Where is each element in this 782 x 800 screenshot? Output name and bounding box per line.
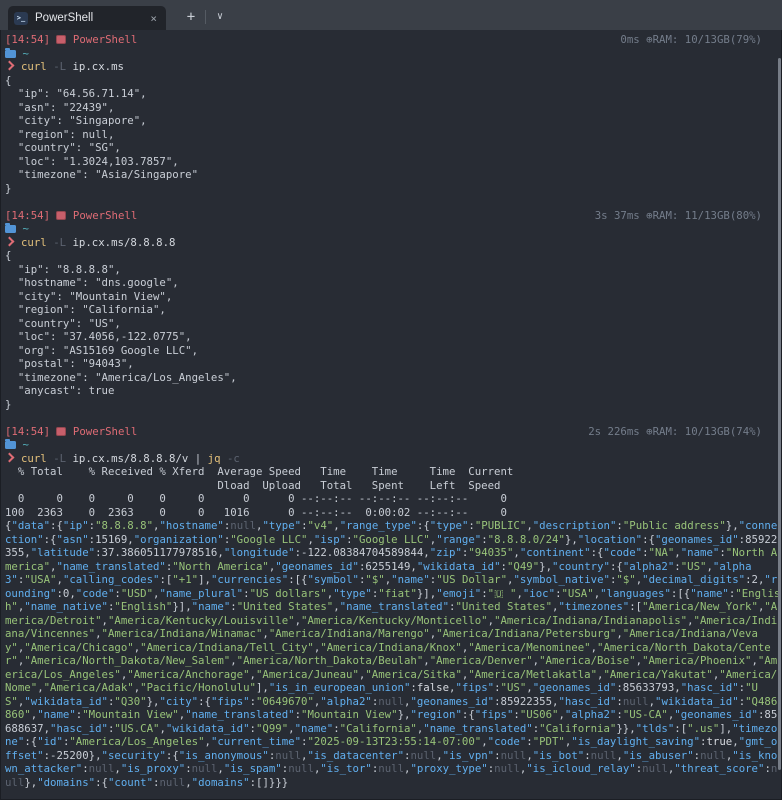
prompt-shell-name: PowerShell	[73, 209, 137, 222]
pipe-operator: |	[195, 452, 201, 465]
current-dir: ~	[22, 438, 28, 451]
folder-icon	[5, 225, 16, 233]
status-right: 3s 37ms ⊕RAM: 11/13GB(80%)	[595, 209, 762, 223]
folder-icon	[5, 50, 16, 58]
ram-usage: RAM: 10/13GB(74%)	[653, 425, 762, 438]
command-program-2: jq	[208, 452, 221, 465]
duration: 3s 37ms	[595, 209, 640, 222]
status-right: 2s 226ms ⊕RAM: 10/13GB(74%)	[588, 425, 762, 439]
command-output: { "ip": "8.8.8.8", "hostname": "dns.goog…	[5, 249, 782, 411]
prompt-header: [14:54] PowerShell 2s 226ms ⊕RAM: 10/13GB…	[5, 425, 782, 439]
curl-progress-table: % Total % Received % Xferd Average Speed…	[5, 465, 782, 519]
command-line: curl -L ip.cx.ms	[5, 60, 782, 74]
blank-line	[5, 195, 782, 209]
command-arg: ip.cx.ms/8.8.8.8	[73, 236, 176, 249]
duration: 2s 226ms	[588, 425, 639, 438]
command-program: curl	[21, 452, 47, 465]
prompt-header: [14:54] PowerShell 0ms ⊕RAM: 10/13GB(79%)	[5, 33, 782, 47]
command-output: { "ip": "64.56.71.14", "asn": "22439", "…	[5, 74, 782, 196]
powershell-badge-icon	[56, 427, 66, 436]
command-program: curl	[21, 236, 47, 249]
command-flag-2: -c	[227, 452, 240, 465]
prompt-chevron-icon	[5, 452, 15, 462]
terminal-content[interactable]: [14:54] PowerShell 0ms ⊕RAM: 10/13GB(79%)…	[0, 30, 782, 800]
close-tab-icon[interactable]: ×	[147, 11, 160, 26]
tabbar-divider	[205, 10, 206, 24]
tab-bar: >_ PowerShell × + ∨	[0, 0, 782, 30]
prompt-header: [14:54] PowerShell 3s 37ms ⊕RAM: 11/13GB(…	[5, 209, 782, 223]
powershell-tab-icon: >_	[14, 12, 28, 25]
status-right: 0ms ⊕RAM: 10/13GB(79%)	[620, 33, 762, 47]
prompt-dir: ~	[5, 47, 782, 61]
ram-usage: RAM: 10/13GB(79%)	[653, 33, 762, 46]
duration: 0ms	[620, 33, 639, 46]
prompt-shell-name: PowerShell	[73, 425, 137, 438]
command-line: curl -L ip.cx.ms/8.8.8.8	[5, 236, 782, 250]
terminal-window: >_ PowerShell × + ∨ [14:54] PowerShell 0m…	[0, 0, 782, 800]
current-dir: ~	[22, 222, 28, 235]
prompt-chevron-icon	[5, 236, 15, 246]
scrollbar-thumb[interactable]	[778, 58, 781, 770]
blank-line	[5, 411, 782, 425]
folder-icon	[5, 441, 16, 449]
command-block-1: [14:54] PowerShell 0ms ⊕RAM: 10/13GB(79%)…	[5, 33, 782, 209]
ram-usage: RAM: 11/13GB(80%)	[653, 209, 762, 222]
command-flag: -L	[53, 452, 66, 465]
prompt-chevron-icon	[5, 61, 15, 71]
tab-title: PowerShell	[35, 12, 147, 24]
command-arg: ip.cx.ms/8.8.8.8/v	[73, 452, 189, 465]
powershell-badge-icon	[56, 35, 66, 44]
new-tab-button[interactable]: +	[180, 6, 202, 28]
command-arg: ip.cx.ms	[73, 60, 124, 73]
command-block-3: [14:54] PowerShell 2s 226ms ⊕RAM: 10/13GB…	[5, 425, 782, 790]
prompt-time: [14:54]	[5, 209, 50, 222]
prompt-shell-name: PowerShell	[73, 33, 137, 46]
current-dir: ~	[22, 47, 28, 60]
command-block-2: [14:54] PowerShell 3s 37ms ⊕RAM: 11/13GB(…	[5, 209, 782, 425]
prompt-dir: ~	[5, 222, 782, 236]
prompt-time: [14:54]	[5, 425, 50, 438]
command-program: curl	[21, 60, 47, 73]
tab-dropdown-button[interactable]: ∨	[210, 7, 230, 27]
command-flag: -L	[53, 236, 66, 249]
command-flag: -L	[53, 60, 66, 73]
prompt-time: [14:54]	[5, 33, 50, 46]
command-line: curl -L ip.cx.ms/8.8.8.8/v | jq -c	[5, 452, 782, 466]
scrollbar[interactable]	[776, 30, 782, 800]
powershell-badge-icon	[56, 211, 66, 220]
tab-powershell[interactable]: >_ PowerShell ×	[8, 6, 166, 30]
jq-json-output: {"data":{"ip":"8.8.8.8","hostname":null,…	[5, 519, 781, 789]
prompt-dir: ~	[5, 438, 782, 452]
